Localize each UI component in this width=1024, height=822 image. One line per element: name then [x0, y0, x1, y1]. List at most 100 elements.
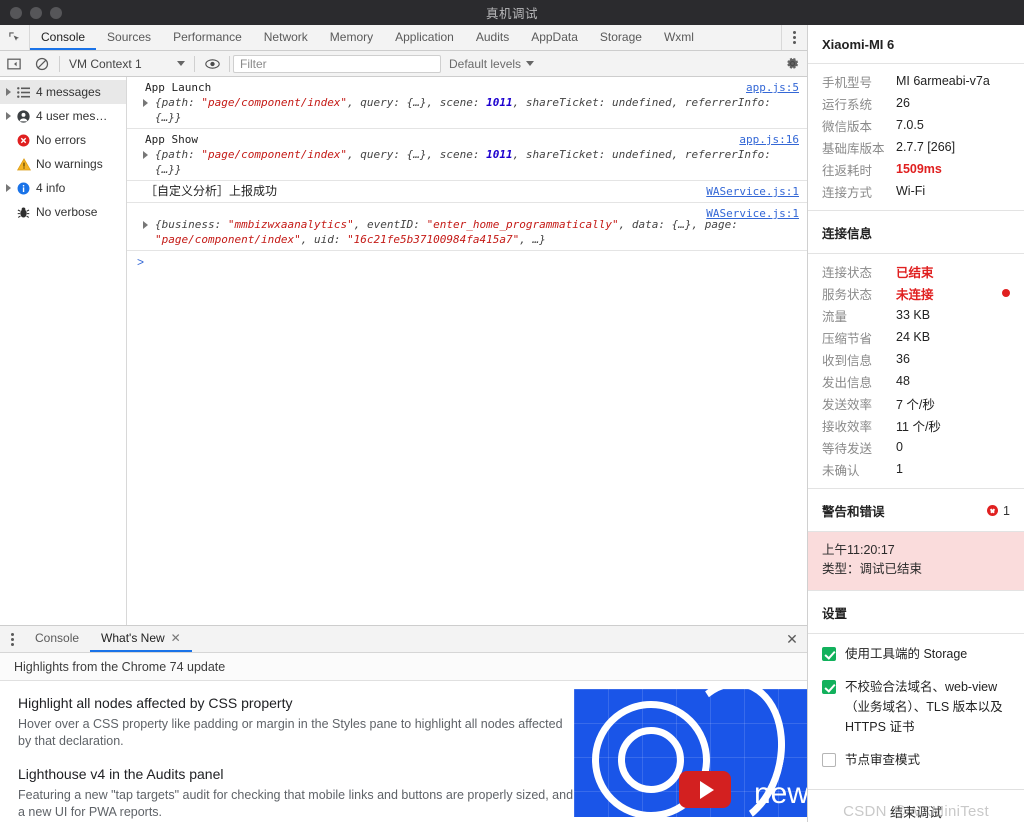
info-value: 已结束	[896, 265, 934, 280]
live-expression-icon[interactable]	[198, 51, 226, 77]
sidebar-item-user-messages[interactable]: 4 user mes…	[0, 104, 126, 128]
clear-console-icon[interactable]	[28, 51, 56, 77]
device-info-panel: Xiaomi-MI 6 手机型号 MI 6armeabi-v7a 运行系统 26…	[808, 25, 1024, 822]
info-value: 7.0.5	[896, 118, 924, 132]
expand-triangle-icon[interactable]	[6, 88, 11, 96]
info-key: 接收效率	[822, 419, 873, 434]
devtools-pane: Console Sources Performance Network Memo…	[0, 25, 808, 822]
log-object-preview[interactable]: {path: "page/component/index", query: {……	[143, 95, 799, 125]
console-toolbar: VM Context 1 Default levels	[0, 51, 807, 77]
log-source-link[interactable]: app.js:5	[746, 80, 799, 95]
sidebar-item-messages[interactable]: 4 messages	[0, 80, 126, 104]
setting-use-devtools-storage[interactable]: 使用工具端的 Storage	[822, 644, 1012, 664]
tab-wxml[interactable]: Wxml	[653, 25, 705, 50]
info-value: 1	[896, 462, 903, 476]
log-levels-label: Default levels	[449, 56, 522, 71]
device-info-row: 手机型号 MI 6armeabi-v7a	[808, 70, 1024, 92]
drawer-tab-whats-new[interactable]: What's New ✕	[90, 626, 192, 652]
settings-list: 使用工具端的 Storage 不校验合法域名、web-view（业务域名）、TL…	[808, 634, 1024, 789]
connection-info-row: 未确认 1	[808, 458, 1024, 480]
checkbox-unchecked-icon[interactable]	[822, 753, 836, 767]
log-source-link[interactable]: app.js:16	[739, 132, 799, 147]
tab-sources[interactable]: Sources	[96, 25, 162, 50]
devtools-drawer: Console What's New ✕ ✕ Highlights from t…	[0, 625, 807, 822]
connection-info-row: 等待发送 0	[808, 436, 1024, 458]
drawer-more-icon[interactable]	[0, 626, 24, 652]
warnings-count: 1	[1003, 503, 1010, 518]
expand-triangle-icon[interactable]	[143, 151, 148, 159]
info-key: 手机型号	[822, 75, 873, 90]
console-log-row[interactable]: WAService.js:1 ［自定义分析］上报成功	[127, 181, 807, 203]
console-log-row[interactable]: app.js:5 App Launch {path: "page/compone…	[127, 77, 807, 129]
info-key: 发出信息	[822, 375, 873, 390]
info-value: 26	[896, 96, 910, 110]
tab-appdata[interactable]: AppData	[520, 25, 589, 50]
sidebar-item-warnings[interactable]: No warnings	[0, 152, 126, 176]
info-value: 36	[896, 352, 910, 366]
sidebar-toggle-icon[interactable]	[0, 51, 28, 77]
end-debug-button[interactable]: 结束调试	[890, 802, 942, 821]
execution-context-select[interactable]: VM Context 1	[63, 57, 191, 71]
info-key: 基础库版本	[822, 141, 885, 156]
expand-placeholder	[6, 136, 11, 144]
checkbox-checked-icon[interactable]	[822, 647, 836, 661]
whats-new-video-thumbnail[interactable]: new	[574, 689, 807, 817]
inspect-element-icon[interactable]	[0, 25, 30, 50]
setting-skip-domain-check[interactable]: 不校验合法域名、web-view（业务域名）、TLS 版本以及 HTTPS 证书	[822, 677, 1012, 737]
tab-audits[interactable]: Audits	[465, 25, 520, 50]
chevron-down-icon	[526, 61, 535, 66]
panel-footer: CSDN @WXMiniTest 结束调试	[808, 789, 1024, 822]
expand-triangle-icon[interactable]	[6, 184, 11, 192]
expand-placeholder	[6, 160, 11, 168]
connection-info-row: 收到信息 36	[808, 348, 1024, 370]
youtube-play-icon[interactable]	[679, 771, 731, 808]
tab-storage[interactable]: Storage	[589, 25, 653, 50]
error-icon	[16, 134, 31, 147]
thumbnail-text: new	[754, 777, 807, 810]
console-log-row[interactable]: WAService.js:1 {business: "mmbizwxaanaly…	[127, 203, 807, 251]
sidebar-item-verbose[interactable]: No verbose	[0, 200, 126, 224]
whats-new-body: Hover over a CSS property like padding o…	[18, 717, 563, 748]
tab-application[interactable]: Application	[384, 25, 465, 50]
close-icon[interactable]: ✕	[171, 631, 181, 645]
info-value: MI 6armeabi-v7a	[896, 74, 990, 88]
checkbox-checked-icon[interactable]	[822, 680, 836, 694]
expand-triangle-icon[interactable]	[6, 112, 11, 120]
log-object-preview[interactable]: {business: "mmbizwxaanalytics", eventID:…	[143, 217, 799, 247]
console-settings-gear-icon[interactable]	[777, 51, 807, 77]
drawer-tab-console[interactable]: Console	[24, 626, 90, 652]
tab-console[interactable]: Console	[30, 25, 97, 50]
info-key: 微信版本	[822, 119, 873, 134]
tab-memory[interactable]: Memory	[319, 25, 384, 50]
info-icon	[16, 182, 31, 195]
filter-input[interactable]	[233, 54, 441, 73]
info-value: 1509ms	[896, 162, 942, 176]
connection-info-row: 发出信息 48	[808, 370, 1024, 392]
chrome-inner-circle-icon	[618, 727, 684, 793]
console-prompt[interactable]: >	[127, 251, 807, 273]
list-icon	[16, 86, 31, 98]
tab-performance[interactable]: Performance	[162, 25, 253, 50]
log-source-link[interactable]: WAService.js:1	[706, 184, 799, 199]
more-options-icon[interactable]	[781, 25, 807, 50]
drawer-tab-label: Console	[35, 631, 80, 645]
device-info-row: 基础库版本 2.7.7 [266]	[808, 136, 1024, 158]
expand-triangle-icon[interactable]	[143, 99, 148, 107]
info-key: 未确认	[822, 463, 860, 478]
drawer-close-button[interactable]: ✕	[777, 626, 807, 652]
setting-node-inspect-mode[interactable]: 节点审查模式	[822, 750, 1012, 770]
console-log-area[interactable]: app.js:5 App Launch {path: "page/compone…	[127, 77, 807, 625]
log-obj-text: {path: "page/component/index", query: {……	[155, 148, 771, 176]
main-split: Console Sources Performance Network Memo…	[0, 25, 1024, 822]
log-levels-dropdown[interactable]: Default levels	[441, 57, 542, 71]
expand-triangle-icon[interactable]	[143, 221, 148, 229]
console-main: 4 messages 4 user mes… No errors No warn…	[0, 77, 807, 625]
console-log-row[interactable]: app.js:16 App Show {path: "page/componen…	[127, 129, 807, 181]
tab-network[interactable]: Network	[253, 25, 319, 50]
execution-context-value: VM Context 1	[69, 56, 142, 71]
log-object-preview[interactable]: {path: "page/component/index", query: {……	[143, 147, 799, 177]
info-value: 48	[896, 374, 910, 388]
sidebar-item-errors[interactable]: No errors	[0, 128, 126, 152]
sidebar-item-info[interactable]: 4 info	[0, 176, 126, 200]
log-title: App Launch	[145, 81, 212, 94]
